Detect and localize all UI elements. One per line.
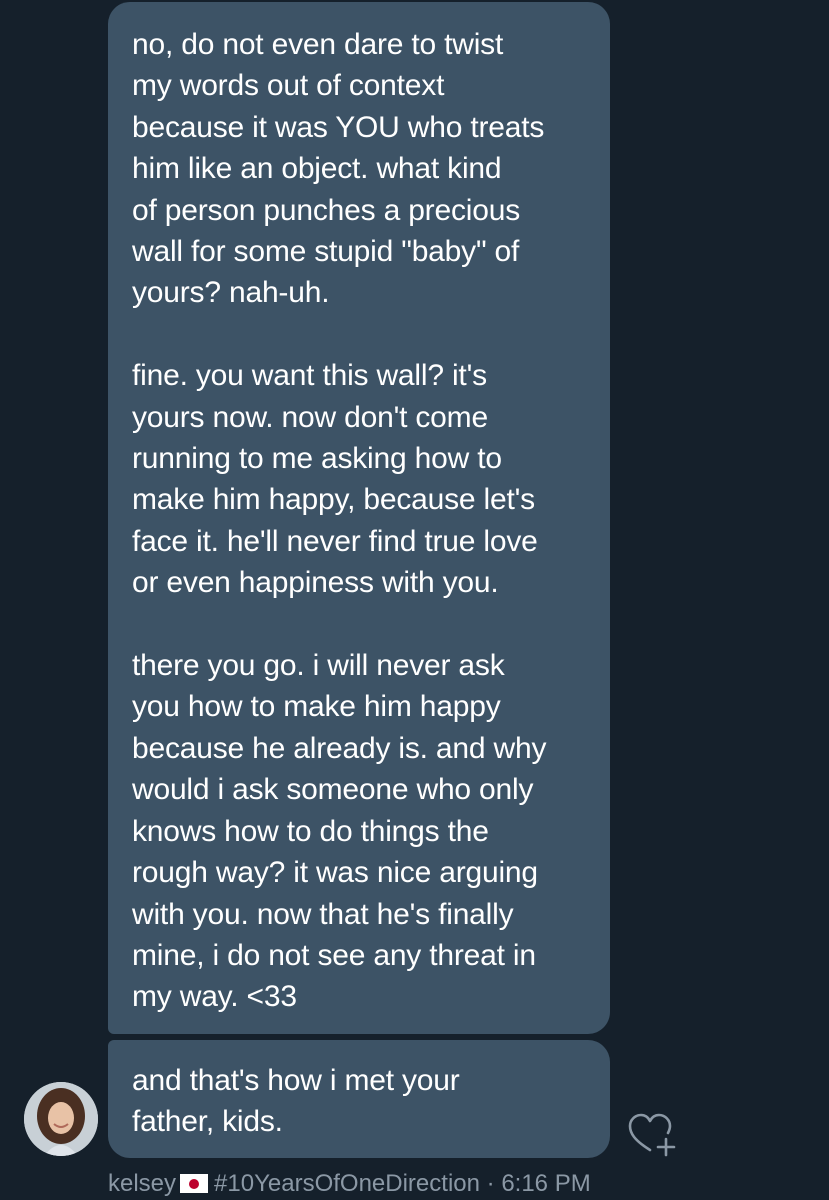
sender-tagline: #10YearsOfOneDirection [214, 1170, 480, 1197]
meta-separator: · [486, 1170, 495, 1197]
message-bubble[interactable]: and that's how i met your father, kids. [108, 1040, 610, 1158]
message-paragraph: there you go. i will never ask you how t… [132, 649, 547, 1014]
message-paragraph: no, do not even dare to twist my words o… [132, 28, 545, 310]
message-meta: kelsey #10YearsOfOneDirection · 6:16 PM [108, 1168, 591, 1200]
message-paragraph: fine. you want this wall? it's yours now… [132, 359, 538, 600]
avatar-image [24, 1082, 98, 1156]
heart-plus-icon[interactable] [628, 1112, 676, 1158]
message-thread: no, do not even dare to twist my words o… [0, 0, 829, 1200]
japan-flag-icon [180, 1174, 209, 1193]
avatar[interactable] [24, 1082, 98, 1156]
message-time: 6:16 PM [501, 1170, 591, 1197]
sender-name[interactable]: kelsey [108, 1170, 176, 1197]
message-bubble[interactable]: no, do not even dare to twist my words o… [108, 2, 610, 1034]
message-paragraph: and that's how i met your father, kids. [132, 1064, 460, 1139]
